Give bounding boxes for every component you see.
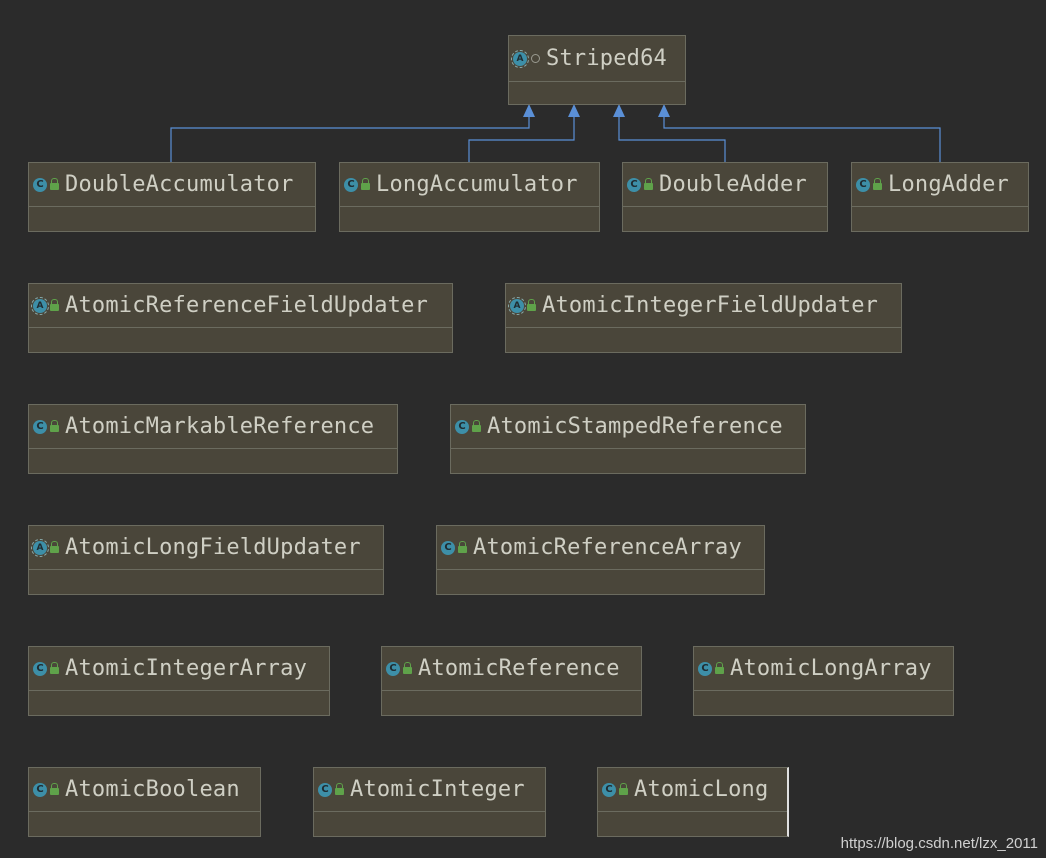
class-icon: C — [344, 177, 358, 192]
class-icon: C — [33, 177, 47, 192]
class-name: AtomicLongFieldUpdater — [65, 535, 361, 560]
public-visibility-icon — [50, 420, 59, 432]
abstract-class-icon: A — [511, 49, 529, 68]
class-node-atomicintegerfieldupdater[interactable]: A AtomicIntegerFieldUpdater — [505, 283, 902, 353]
public-visibility-icon — [403, 662, 412, 674]
edge-arrowhead — [568, 104, 580, 117]
class-node-atomiclongarray[interactable]: C AtomicLongArray — [693, 646, 954, 716]
public-visibility-icon — [619, 783, 628, 795]
abstract-class-icon: A — [31, 538, 49, 557]
public-visibility-icon — [50, 178, 59, 190]
public-visibility-icon — [715, 662, 724, 674]
edge-arrowhead — [658, 104, 670, 117]
class-icon: C — [698, 661, 712, 676]
abstract-class-icon: A — [508, 296, 526, 315]
class-icon: C — [627, 177, 641, 192]
class-name: DoubleAccumulator — [65, 172, 294, 197]
class-name: AtomicMarkableReference — [65, 414, 375, 439]
class-name: LongAccumulator — [376, 172, 578, 197]
class-name: AtomicBoolean — [65, 777, 240, 802]
class-node-atomicmarkablereference[interactable]: C AtomicMarkableReference — [28, 404, 398, 474]
class-node-atomicboolean[interactable]: C AtomicBoolean — [28, 767, 261, 837]
class-node-doubleadder[interactable]: C DoubleAdder — [622, 162, 828, 232]
class-icon: C — [455, 419, 469, 434]
class-icon: C — [318, 782, 332, 797]
class-name: AtomicReference — [418, 656, 620, 681]
class-node-doubleaccumulator[interactable]: C DoubleAccumulator — [28, 162, 316, 232]
class-icon: C — [386, 661, 400, 676]
class-node-atomicstampedreference[interactable]: C AtomicStampedReference — [450, 404, 806, 474]
public-visibility-icon — [527, 299, 536, 311]
class-node-atomicreference[interactable]: C AtomicReference — [381, 646, 642, 716]
class-node-longaccumulator[interactable]: C LongAccumulator — [339, 162, 600, 232]
class-node-longadder[interactable]: C LongAdder — [851, 162, 1029, 232]
abstract-class-icon: A — [31, 296, 49, 315]
class-name: AtomicReferenceFieldUpdater — [65, 293, 429, 318]
class-name: AtomicStampedReference — [487, 414, 783, 439]
edge-arrowhead — [523, 104, 535, 117]
class-node-atomiclong[interactable]: C AtomicLong — [597, 767, 789, 837]
class-name: LongAdder — [888, 172, 1010, 197]
watermark-url: https://blog.csdn.net/lzx_2011 — [840, 835, 1038, 852]
class-node-atomicreferencearray[interactable]: C AtomicReferenceArray — [436, 525, 765, 595]
class-name: AtomicInteger — [350, 777, 525, 802]
class-node-atomicintegerarray[interactable]: C AtomicIntegerArray — [28, 646, 330, 716]
public-visibility-icon — [50, 662, 59, 674]
class-icon: C — [33, 661, 47, 676]
class-name: AtomicIntegerFieldUpdater — [542, 293, 879, 318]
public-visibility-icon — [335, 783, 344, 795]
edge-longadder — [663, 106, 941, 162]
public-visibility-icon — [458, 541, 467, 553]
class-icon: C — [602, 782, 616, 797]
edge-doubleadder — [618, 106, 726, 162]
class-icon: C — [33, 782, 47, 797]
class-node-striped64[interactable]: A Striped64 — [508, 35, 686, 105]
class-icon: C — [856, 177, 870, 192]
class-name: AtomicIntegerArray — [65, 656, 308, 681]
class-node-atomiclongfieldupdater[interactable]: A AtomicLongFieldUpdater — [28, 525, 384, 595]
class-icon: C — [33, 419, 47, 434]
class-name: Striped64 — [546, 46, 668, 71]
public-visibility-icon — [873, 178, 882, 190]
class-icon: C — [441, 540, 455, 555]
class-name: AtomicLong — [634, 777, 769, 802]
class-node-atomicreferencefieldupdater[interactable]: A AtomicReferenceFieldUpdater — [28, 283, 453, 353]
edge-doubleaccumulator — [170, 106, 530, 162]
public-visibility-icon — [50, 783, 59, 795]
public-visibility-icon — [361, 178, 370, 190]
class-node-atomicinteger[interactable]: C AtomicInteger — [313, 767, 546, 837]
class-name: AtomicLongArray — [730, 656, 932, 681]
class-name: AtomicReferenceArray — [473, 535, 742, 560]
public-visibility-icon — [50, 299, 59, 311]
public-visibility-icon — [644, 178, 653, 190]
public-visibility-icon — [472, 420, 481, 432]
class-name: DoubleAdder — [659, 172, 807, 197]
package-visibility-icon — [531, 54, 540, 63]
public-visibility-icon — [50, 541, 59, 553]
edge-longaccumulator — [468, 106, 575, 162]
edge-arrowhead — [613, 104, 625, 117]
